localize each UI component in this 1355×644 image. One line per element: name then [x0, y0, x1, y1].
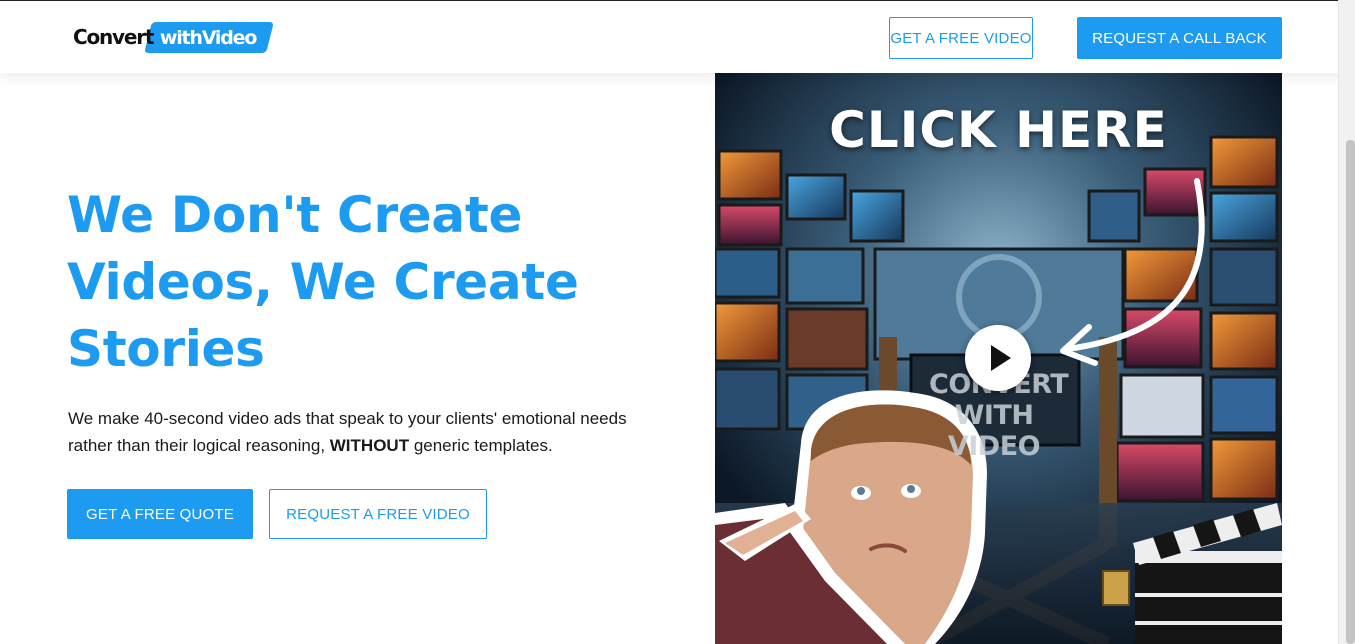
get-free-video-button[interactable]: GET A FREE VIDEO	[889, 17, 1033, 59]
logo-text-convert: Convert	[73, 25, 155, 49]
scrollbar-thumb[interactable]	[1346, 140, 1355, 644]
hero-headline: We Don't Create Videos, We Create Storie…	[67, 186, 579, 378]
video-thumbnail[interactable]: CLICK HERE CONVERT WITH VIDEO	[715, 73, 1282, 644]
site-header: Convert withVideo GET A FREE VIDEO REQUE…	[0, 0, 1355, 73]
request-call-back-button[interactable]: REQUEST A CALL BACK	[1077, 17, 1282, 59]
video-overlay-text: CLICK HERE	[829, 101, 1168, 159]
logo-text-with-video: withVideo	[160, 26, 257, 48]
get-free-quote-button[interactable]: GET A FREE QUOTE	[67, 489, 253, 539]
hero-subtext: We make 40-second video ads that speak t…	[68, 405, 668, 459]
hero-subtext-end: generic templates.	[409, 436, 553, 455]
hero-subtext-bold: WITHOUT	[329, 436, 410, 455]
logo-pill: withVideo	[144, 21, 275, 53]
logo[interactable]: Convert withVideo	[73, 19, 275, 55]
play-icon[interactable]	[965, 325, 1031, 391]
request-free-video-button[interactable]: REQUEST A FREE VIDEO	[269, 489, 487, 539]
landing-page: Convert withVideo GET A FREE VIDEO REQUE…	[0, 0, 1355, 644]
chair-text-line2: WITH VIDEO	[947, 400, 1041, 462]
